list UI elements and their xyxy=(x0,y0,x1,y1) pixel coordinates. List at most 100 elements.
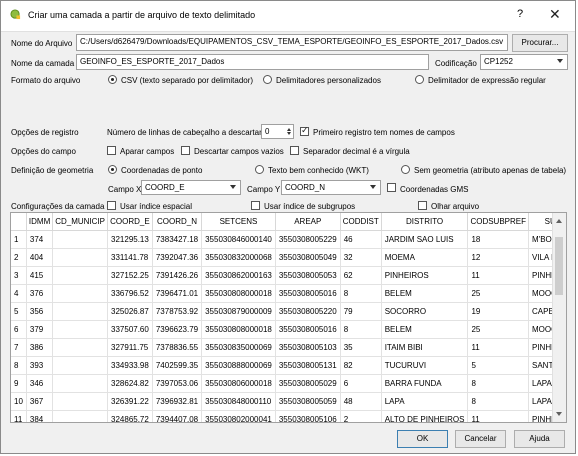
table-cell[interactable]: 321295.13 xyxy=(107,230,153,249)
discard-empty-checkbox[interactable] xyxy=(181,146,190,155)
table-cell[interactable]: MOEMA xyxy=(381,248,469,267)
table-cell[interactable]: 8 xyxy=(467,392,529,411)
table-cell[interactable]: 46 xyxy=(340,230,382,249)
table-cell[interactable] xyxy=(52,230,109,249)
table-cell[interactable]: 334933.98 xyxy=(107,356,153,375)
table-cell[interactable]: 355030802000041 xyxy=(201,410,276,422)
table-cell[interactable]: 326391.22 xyxy=(107,392,153,411)
table-cell[interactable]: ITAIM BIBI xyxy=(381,338,469,357)
table-cell[interactable]: 3550308005059 xyxy=(275,392,341,411)
table-cell[interactable]: LAPA xyxy=(381,392,469,411)
trim-fields-checkbox[interactable] xyxy=(107,146,116,155)
table-cell[interactable]: 336796.52 xyxy=(107,284,153,303)
table-cell[interactable]: 3550308005103 xyxy=(275,338,341,357)
table-cell[interactable]: 355030888000069 xyxy=(201,356,276,375)
table-row[interactable]: 10 367 326391.22 7396932.81 355030848000110 3… xyxy=(11,392,566,411)
column-header[interactable]: IDMM xyxy=(26,213,54,231)
table-cell[interactable]: 3550308005053 xyxy=(275,266,341,285)
watch-file-checkbox[interactable] xyxy=(418,201,427,210)
table-cell[interactable]: 3550308005049 xyxy=(275,248,341,267)
column-header[interactable]: SETCENS xyxy=(201,213,276,231)
table-cell[interactable]: ALTO DE PINHEIROS xyxy=(381,410,469,422)
scroll-down-icon[interactable] xyxy=(556,412,562,416)
table-cell[interactable]: 7391426.26 xyxy=(152,266,203,285)
table-cell[interactable] xyxy=(52,410,109,422)
vertical-scrollbar[interactable] xyxy=(552,213,566,422)
decimal-comma-checkbox[interactable] xyxy=(290,146,299,155)
table-row[interactable]: 6 379 337507.60 7396623.79 355030808000018 35… xyxy=(11,320,566,339)
table-cell[interactable]: 8 xyxy=(340,320,382,339)
help-icon[interactable]: ? xyxy=(517,8,523,20)
sample-data-table[interactable]: IDMM CD_MUNICIP COORD_E COORD_N SETCENS … xyxy=(10,212,567,423)
table-cell[interactable]: 355030806000018 xyxy=(201,374,276,393)
arrow-up-icon[interactable] xyxy=(287,128,291,131)
table-cell[interactable]: BELEM xyxy=(381,284,469,303)
table-cell[interactable]: 7378753.92 xyxy=(152,302,203,321)
column-header[interactable]: CODDIST xyxy=(340,213,382,231)
table-cell[interactable] xyxy=(52,374,109,393)
geometry-none-radio[interactable] xyxy=(401,165,410,174)
table-cell[interactable]: 62 xyxy=(340,266,382,285)
table-cell[interactable]: 3550308005106 xyxy=(275,410,341,422)
table-cell[interactable]: 415 xyxy=(26,266,54,285)
geometry-wkt-radio[interactable] xyxy=(255,165,264,174)
file-path-field[interactable]: C:/Users/d626479/Downloads/EQUIPAMENTOS_… xyxy=(76,34,508,51)
table-cell[interactable]: 18 xyxy=(467,230,529,249)
table-cell[interactable]: 3550308005220 xyxy=(275,302,341,321)
y-field-select[interactable]: COORD_N xyxy=(281,180,381,195)
table-cell[interactable]: 3550308005016 xyxy=(275,284,341,303)
table-cell[interactable]: 25 xyxy=(467,284,529,303)
table-cell[interactable] xyxy=(52,284,109,303)
table-cell[interactable]: 367 xyxy=(26,392,54,411)
table-cell[interactable]: 337507.60 xyxy=(107,320,153,339)
table-cell[interactable]: 82 xyxy=(340,356,382,375)
ok-button[interactable]: OK xyxy=(397,430,448,448)
header-lines-stepper[interactable]: 0 xyxy=(261,124,294,139)
table-cell[interactable]: 356 xyxy=(26,302,54,321)
table-cell[interactable]: 404 xyxy=(26,248,54,267)
x-field-select[interactable]: COORD_E xyxy=(141,180,241,195)
table-cell[interactable]: 48 xyxy=(340,392,382,411)
dms-coordinates-checkbox[interactable] xyxy=(387,183,396,192)
help-button[interactable]: Ajuda xyxy=(514,430,565,448)
table-cell[interactable]: 384 xyxy=(26,410,54,422)
table-cell[interactable]: 327152.25 xyxy=(107,266,153,285)
table-cell[interactable]: 328624.82 xyxy=(107,374,153,393)
table-row[interactable]: 1 374 321295.13 7383427.18 355030846000140 35… xyxy=(11,230,566,249)
arrow-down-icon[interactable] xyxy=(287,132,291,135)
geometry-point-radio[interactable] xyxy=(108,165,117,174)
format-custom-radio[interactable] xyxy=(263,75,272,84)
table-cell[interactable]: 12 xyxy=(467,248,529,267)
table-cell[interactable] xyxy=(52,356,109,375)
table-cell[interactable]: 386 xyxy=(26,338,54,357)
column-header[interactable]: CD_MUNICIP xyxy=(52,213,109,231)
table-cell[interactable]: PINHEIROS xyxy=(381,266,469,285)
table-row[interactable]: 4 376 336796.52 7396471.01 355030808000018 35… xyxy=(11,284,566,303)
table-cell[interactable]: 324865.72 xyxy=(107,410,153,422)
table-cell[interactable]: 25 xyxy=(467,320,529,339)
table-row[interactable]: 8 393 334933.98 7402599.35 355030888000069 35… xyxy=(11,356,566,375)
table-cell[interactable]: 355030862000163 xyxy=(201,266,276,285)
column-header[interactable]: AREAP xyxy=(275,213,341,231)
table-cell[interactable] xyxy=(52,302,109,321)
table-cell[interactable]: 2 xyxy=(340,410,382,422)
table-cell[interactable]: 32 xyxy=(340,248,382,267)
table-cell[interactable]: 346 xyxy=(26,374,54,393)
table-cell[interactable]: 331141.78 xyxy=(107,248,153,267)
table-cell[interactable] xyxy=(52,338,109,357)
table-cell[interactable]: 374 xyxy=(26,230,54,249)
table-cell[interactable]: 376 xyxy=(26,284,54,303)
table-cell[interactable]: 355030879000009 xyxy=(201,302,276,321)
table-cell[interactable]: 7392047.36 xyxy=(152,248,203,267)
column-header[interactable]: COORD_E xyxy=(107,213,153,231)
table-cell[interactable] xyxy=(52,248,109,267)
table-cell[interactable]: 11 xyxy=(467,338,529,357)
table-cell[interactable]: JARDIM SAO LUIS xyxy=(381,230,469,249)
table-cell[interactable]: 393 xyxy=(26,356,54,375)
table-cell[interactable]: TUCURUVI xyxy=(381,356,469,375)
table-cell[interactable]: 7396471.01 xyxy=(152,284,203,303)
layer-name-field[interactable]: GEOINFO_ES_ESPORTE_2017_Dados xyxy=(76,54,429,70)
table-cell[interactable]: 7402599.35 xyxy=(152,356,203,375)
column-header[interactable]: DISTRITO xyxy=(381,213,469,231)
table-row[interactable]: 7 386 327911.75 7378836.55 355030835000069 35… xyxy=(11,338,566,357)
